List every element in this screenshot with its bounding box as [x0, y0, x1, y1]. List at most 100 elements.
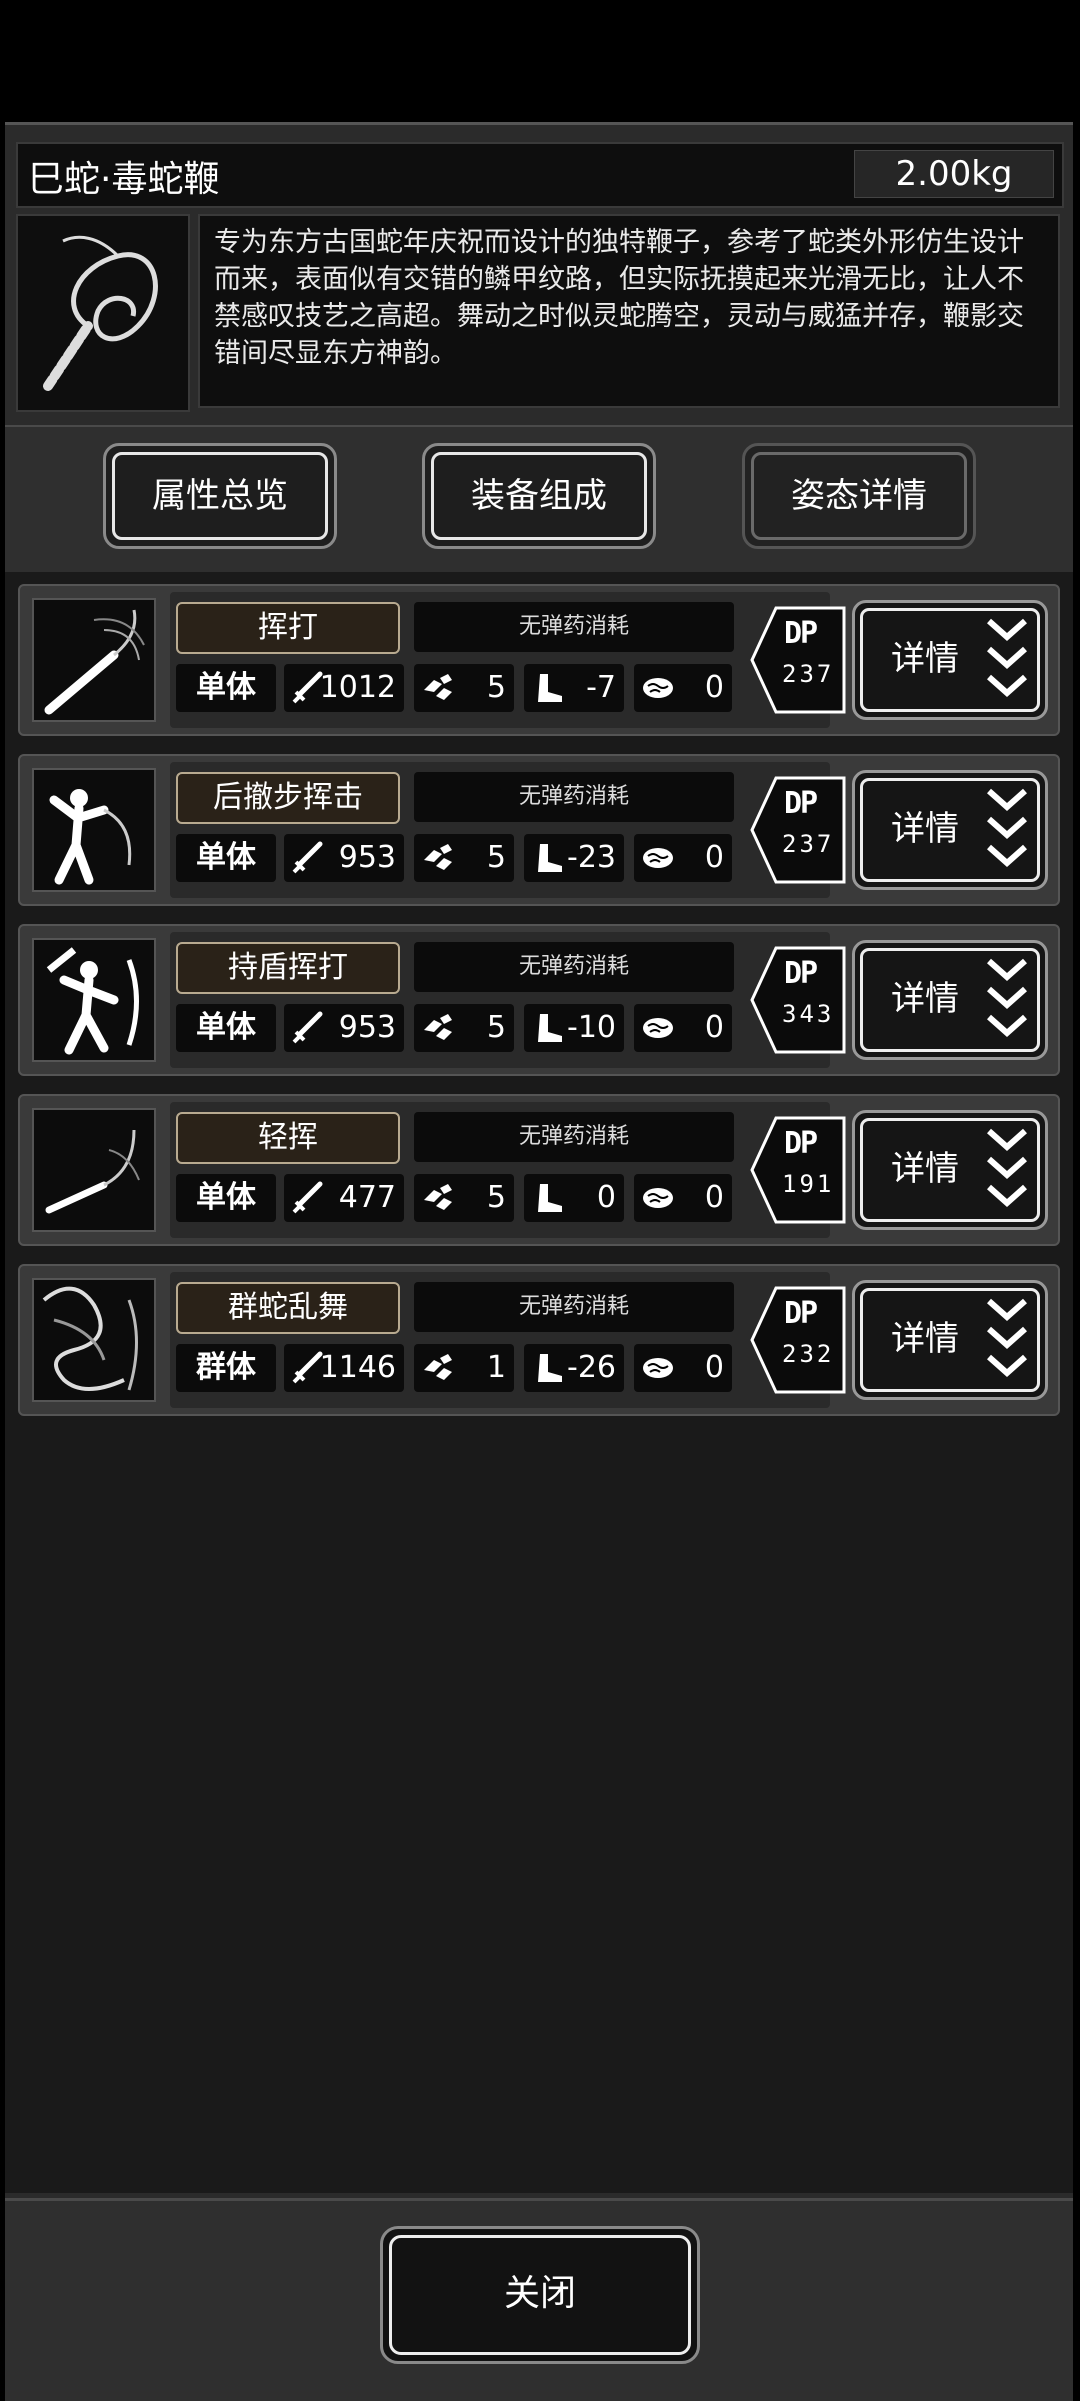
- tab-attributes[interactable]: 属性总览: [103, 443, 337, 549]
- detail-button[interactable]: 详情: [852, 600, 1048, 720]
- ammo-cost: 无弹药消耗: [414, 1282, 734, 1332]
- sanity-value: 0: [704, 1180, 724, 1215]
- move-value: -7: [586, 670, 616, 705]
- stance-row: 群蛇乱舞 无弹药消耗群体 1146 1 -26 0 DP 232 详情: [18, 1264, 1060, 1416]
- attack-value: 477: [338, 1180, 396, 1215]
- sanity-value: 0: [704, 1010, 724, 1045]
- stance-name: 挥打: [176, 602, 400, 654]
- attack-value: 953: [338, 1010, 396, 1045]
- dp-badge: DP 232: [748, 1284, 848, 1396]
- move-stat: -10: [524, 1004, 624, 1052]
- attack-stat: 953: [284, 1004, 404, 1052]
- dp-label: DP: [784, 616, 818, 651]
- detail-label: 详情: [891, 639, 959, 679]
- target-type: 单体: [176, 1174, 276, 1222]
- speed-value: 5: [486, 1180, 506, 1215]
- item-name: 巳蛇·毒蛇鞭: [28, 159, 220, 200]
- detail-label: 详情: [891, 1319, 959, 1359]
- move-stat: -26: [524, 1344, 624, 1392]
- ammo-cost: 无弹药消耗: [414, 942, 734, 992]
- sanity-value: 0: [704, 670, 724, 705]
- detail-button[interactable]: 详情: [852, 1110, 1048, 1230]
- sanity-stat: 0: [634, 1174, 732, 1222]
- sanity-stat: 0: [634, 834, 732, 882]
- dp-label: DP: [784, 956, 818, 991]
- dp-value: 237: [782, 830, 835, 858]
- stance-info: 持盾挥打 无弹药消耗单体 953 5 -10 0 DP 343: [170, 932, 846, 1068]
- stance-info: 轻挥 无弹药消耗单体 477 5 0 0 DP 191: [170, 1102, 846, 1238]
- dp-label: DP: [784, 1126, 818, 1161]
- dp-badge: DP 191: [748, 1114, 848, 1226]
- ammo-cost: 无弹药消耗: [414, 1112, 734, 1162]
- move-value: -23: [567, 840, 616, 875]
- sanity-value: 0: [704, 840, 724, 875]
- move-stat: 0: [524, 1174, 624, 1222]
- stance-info: 群蛇乱舞 无弹药消耗群体 1146 1 -26 0 DP 232: [170, 1272, 846, 1408]
- move-value: -26: [567, 1350, 616, 1385]
- speed-stat: 5: [414, 1174, 514, 1222]
- dp-value: 232: [782, 1340, 835, 1368]
- attack-stat: 1012: [284, 664, 404, 712]
- stance-name: 持盾挥打: [176, 942, 400, 994]
- tab-equipment[interactable]: 装备组成: [422, 443, 656, 549]
- detail-button[interactable]: 详情: [852, 940, 1048, 1060]
- dp-label: DP: [784, 786, 818, 821]
- target-type: 群体: [176, 1344, 276, 1392]
- detail-button[interactable]: 详情: [852, 1280, 1048, 1400]
- attack-stat: 953: [284, 834, 404, 882]
- attack-value: 953: [338, 840, 396, 875]
- detail-label: 详情: [891, 1149, 959, 1189]
- whip-swing-icon: [32, 598, 156, 722]
- dp-value: 237: [782, 660, 835, 688]
- backstep-swing-icon: [32, 768, 156, 892]
- stance-info: 挥打 无弹药消耗 单体 1012 5 -7 0 DP 237: [170, 592, 846, 728]
- dp-value: 191: [782, 1170, 835, 1198]
- stance-row: 后撤步挥击 无弹药消耗 单体 953 5 -23 0 DP 237 详情: [18, 754, 1060, 906]
- stance-info: 后撤步挥击 无弹药消耗 单体 953 5 -23 0 DP 237: [170, 762, 846, 898]
- speed-stat: 5: [414, 834, 514, 882]
- attack-value: 1146: [319, 1350, 396, 1385]
- light-swing-icon: [32, 1108, 156, 1232]
- item-weight: 2.00kg: [854, 150, 1054, 198]
- stance-row: 轻挥 无弹药消耗单体 477 5 0 0 DP 191 详情: [18, 1094, 1060, 1246]
- speed-value: 5: [486, 1010, 506, 1045]
- sanity-stat: 0: [634, 1344, 732, 1392]
- target-type: 单体: [176, 834, 276, 882]
- dp-badge: DP 343: [748, 944, 848, 1056]
- sanity-stat: 0: [634, 664, 732, 712]
- move-stat: -23: [524, 834, 624, 882]
- ammo-cost: 无弹药消耗: [414, 772, 734, 822]
- item-description: 专为东方古国蛇年庆祝而设计的独特鞭子，参考了蛇类外形仿生设计而来，表面似有交错的…: [198, 214, 1060, 408]
- dp-badge: DP 237: [748, 604, 848, 716]
- move-value: -10: [567, 1010, 616, 1045]
- stance-row: 持盾挥打 无弹药消耗单体 953 5 -10 0 DP 343 详情: [18, 924, 1060, 1076]
- speed-value: 1: [486, 1350, 506, 1385]
- move-value: 0: [596, 1180, 616, 1215]
- sanity-value: 0: [704, 1350, 724, 1385]
- sanity-stat: 0: [634, 1004, 732, 1052]
- dp-label: DP: [784, 1296, 818, 1331]
- target-type: 单体: [176, 1004, 276, 1052]
- stance-name: 群蛇乱舞: [176, 1282, 400, 1334]
- close-button[interactable]: 关闭: [380, 2226, 700, 2364]
- detail-label: 详情: [891, 809, 959, 849]
- attack-value: 1012: [319, 670, 396, 705]
- target-type: 单体: [176, 664, 276, 712]
- attack-stat: 1146: [284, 1344, 404, 1392]
- speed-stat: 5: [414, 664, 514, 712]
- whip-icon: [16, 214, 190, 412]
- move-stat: -7: [524, 664, 624, 712]
- item-header: 巳蛇·毒蛇鞭 2.00kg: [16, 142, 1064, 208]
- stance-row: 挥打 无弹药消耗 单体 1012 5 -7 0 DP 237 详情: [18, 584, 1060, 736]
- speed-value: 5: [486, 840, 506, 875]
- snake-dance-icon: [32, 1278, 156, 1402]
- shield-swing-icon: [32, 938, 156, 1062]
- speed-stat: 5: [414, 1004, 514, 1052]
- detail-button[interactable]: 详情: [852, 770, 1048, 890]
- tab-stances[interactable]: 姿态详情: [742, 443, 976, 549]
- stance-name: 轻挥: [176, 1112, 400, 1164]
- attack-stat: 477: [284, 1174, 404, 1222]
- dp-badge: DP 237: [748, 774, 848, 886]
- speed-stat: 1: [414, 1344, 514, 1392]
- dp-value: 343: [782, 1000, 835, 1028]
